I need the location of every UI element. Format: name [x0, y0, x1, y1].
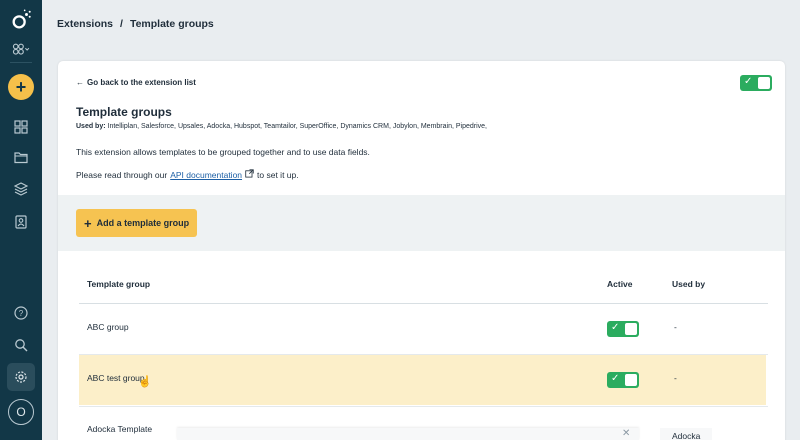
bottom-toast: [177, 428, 639, 440]
toggle-knob: [625, 323, 637, 335]
header-active[interactable]: Active: [607, 279, 633, 289]
read-suffix: to set it up.: [257, 169, 299, 180]
table-row[interactable]: ABC group ✓ -: [79, 304, 766, 354]
back-link-label: Go back to the extension list: [87, 78, 196, 87]
avatar[interactable]: O: [8, 399, 34, 425]
search-icon[interactable]: [7, 331, 35, 359]
svg-text:?: ?: [19, 309, 24, 318]
cell-group-name: ABC test group: [87, 373, 145, 383]
read-prefix: Please read through our: [76, 169, 168, 180]
folder-icon[interactable]: [7, 143, 35, 171]
cell-used-by: Adocka: [660, 428, 712, 440]
breadcrumb: Extensions / Template groups: [57, 18, 214, 30]
used-by-line: Used by: Intelliplan, Salesforce, Upsale…: [76, 123, 487, 130]
check-icon: ✓: [744, 76, 753, 87]
check-icon: ✓: [611, 322, 620, 333]
close-icon[interactable]: ✕: [622, 428, 630, 439]
table-row[interactable]: ABC test group ✓ -: [79, 355, 766, 405]
api-doc-line: Please read through our API documentatio…: [76, 169, 299, 180]
toggle-knob: [625, 374, 637, 386]
cell-group-name: ABC group: [87, 322, 129, 332]
arrow-left-icon: ←: [76, 78, 84, 87]
cell-used-by: -: [674, 373, 677, 383]
extension-card: ← Go back to the extension list ✓ Templa…: [58, 61, 785, 440]
layers-icon[interactable]: [7, 175, 35, 203]
breadcrumb-current: Template groups: [129, 18, 214, 30]
sidebar: + ? O: [0, 0, 42, 440]
used-by-label: Used by:: [76, 123, 106, 130]
breadcrumb-separator: /: [120, 18, 123, 30]
toggle-knob: [758, 77, 770, 89]
settings-icon[interactable]: [7, 363, 35, 391]
add-button-label: Add a template group: [96, 218, 190, 228]
dashboard-icon[interactable]: [7, 113, 35, 141]
page-title: Template groups: [76, 105, 172, 119]
sidebar-divider: [10, 62, 32, 63]
extension-description: This extension allows templates to be gr…: [76, 147, 370, 157]
hand-cursor-icon: ☝: [138, 376, 152, 388]
action-band: + Add a template group: [58, 195, 785, 251]
modules-icon[interactable]: [7, 36, 35, 64]
back-link[interactable]: ← Go back to the extension list: [76, 78, 196, 87]
help-icon[interactable]: ?: [7, 299, 35, 327]
api-documentation-link[interactable]: API documentation: [170, 170, 242, 180]
header-template-group[interactable]: Template group: [87, 279, 150, 289]
external-link-icon: [245, 169, 254, 180]
used-by-value: Intelliplan, Salesforce, Upsales, Adocka…: [107, 123, 487, 130]
cell-group-name: Adocka Template: [87, 424, 153, 434]
plus-icon: +: [84, 215, 92, 231]
header-used-by[interactable]: Used by: [672, 279, 705, 289]
cell-used-by: -: [674, 322, 677, 332]
check-icon: ✓: [611, 373, 620, 384]
topbar: Extensions / Template groups: [42, 0, 800, 50]
add-icon[interactable]: +: [8, 74, 34, 100]
logo-icon[interactable]: [7, 6, 35, 34]
row-active-toggle[interactable]: ✓: [607, 321, 639, 337]
row-active-toggle[interactable]: ✓: [607, 372, 639, 388]
contacts-icon[interactable]: [7, 208, 35, 236]
add-template-group-button[interactable]: + Add a template group: [76, 209, 198, 237]
extension-enabled-toggle[interactable]: ✓: [740, 75, 772, 91]
breadcrumb-extensions[interactable]: Extensions: [57, 18, 113, 30]
